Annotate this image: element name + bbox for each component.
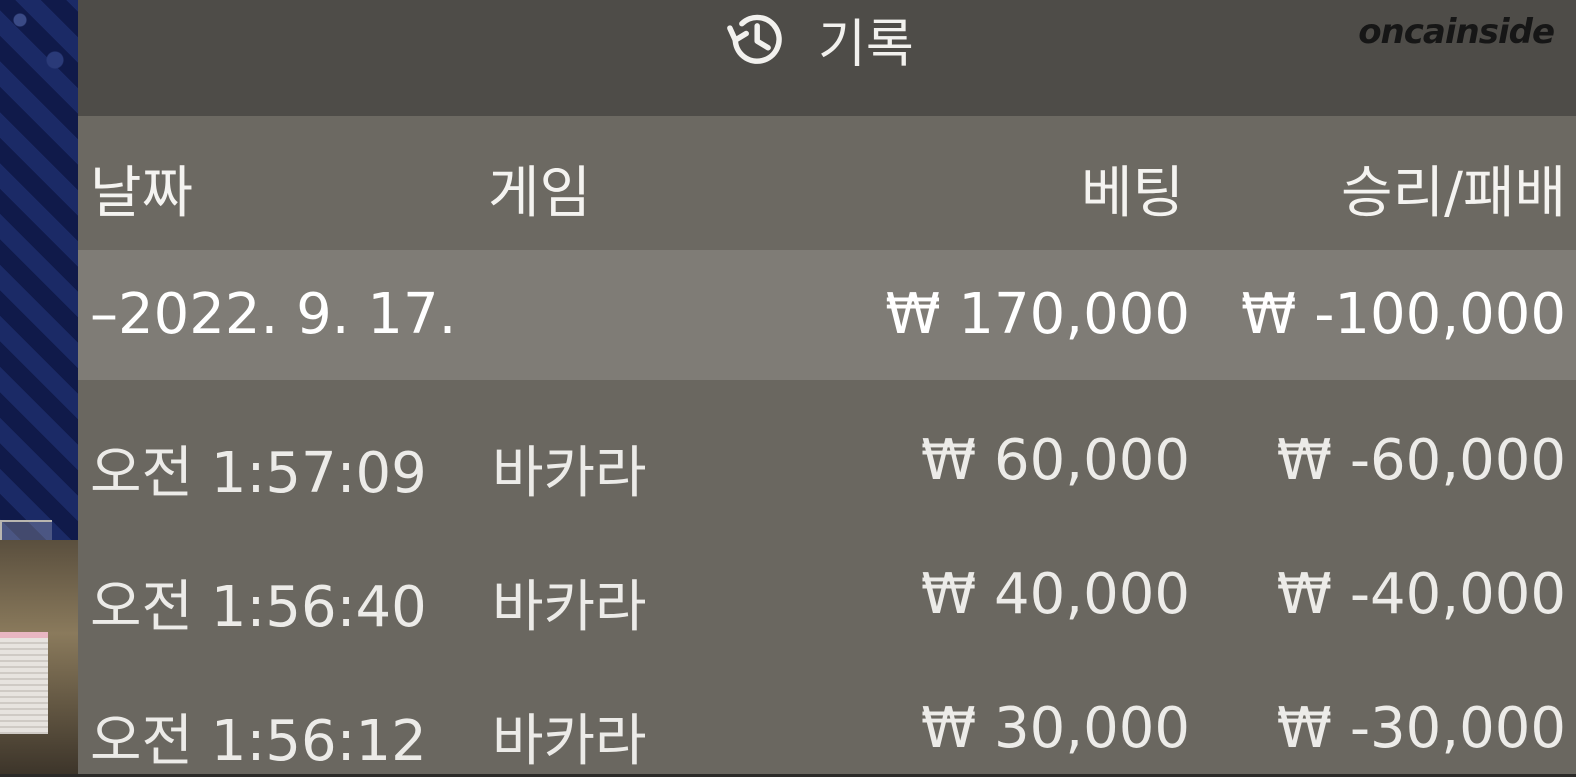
row-time: 오전 1:56:12 xyxy=(90,709,427,774)
history-title: 기록 xyxy=(818,14,914,75)
history-header: 기록 oncainside xyxy=(78,0,1576,116)
row-game: 바카라 xyxy=(492,575,647,640)
history-row[interactable]: 오전 1:56:40 바카라 ₩ 40,000 ₩ -40,000 xyxy=(78,512,1576,644)
row-bet: ₩ 30,000 xyxy=(920,696,1190,761)
summary-date: –2022. 9. 17. xyxy=(90,282,457,347)
row-result: ₩ -30,000 xyxy=(1276,696,1566,761)
history-title-group: 기록 xyxy=(720,0,914,78)
card-box xyxy=(0,632,48,734)
history-row[interactable]: 오전 1:57:09 바카라 ₩ 60,000 ₩ -60,000 xyxy=(78,380,1576,512)
column-header-row: 날짜 게임 베팅 승리/패배 xyxy=(78,116,1576,250)
column-bet: 베팅 xyxy=(1080,161,1184,226)
column-result: 승리/패배 xyxy=(1341,161,1566,226)
summary-result: ₩ -100,000 xyxy=(1241,282,1566,347)
row-bet: ₩ 40,000 xyxy=(920,562,1190,627)
history-icon xyxy=(727,14,782,64)
column-date: 날짜 xyxy=(90,161,194,226)
watermark: oncainside xyxy=(1358,12,1555,52)
date-summary-row[interactable]: –2022. 9. 17. ₩ 170,000 ₩ -100,000 xyxy=(78,250,1576,380)
summary-bet: ₩ 170,000 xyxy=(885,282,1190,347)
history-panel: 기록 oncainside 날짜 게임 베팅 승리/패배 –2022. 9. 1… xyxy=(78,0,1576,774)
history-row[interactable]: 오전 1:56:12 바카라 ₩ 30,000 ₩ -30,000 xyxy=(78,644,1576,776)
row-bet: ₩ 60,000 xyxy=(920,428,1190,493)
row-game: 바카라 xyxy=(492,709,647,774)
row-result: ₩ -60,000 xyxy=(1276,428,1566,493)
row-result: ₩ -40,000 xyxy=(1276,562,1566,627)
row-time: 오전 1:56:40 xyxy=(90,575,427,640)
row-game: 바카라 xyxy=(492,441,647,506)
row-time: 오전 1:57:09 xyxy=(90,441,427,506)
column-game: 게임 xyxy=(488,161,592,226)
casino-background xyxy=(0,0,82,774)
history-list: 오전 1:57:09 바카라 ₩ 60,000 ₩ -60,000 오전 1:5… xyxy=(78,380,1576,776)
